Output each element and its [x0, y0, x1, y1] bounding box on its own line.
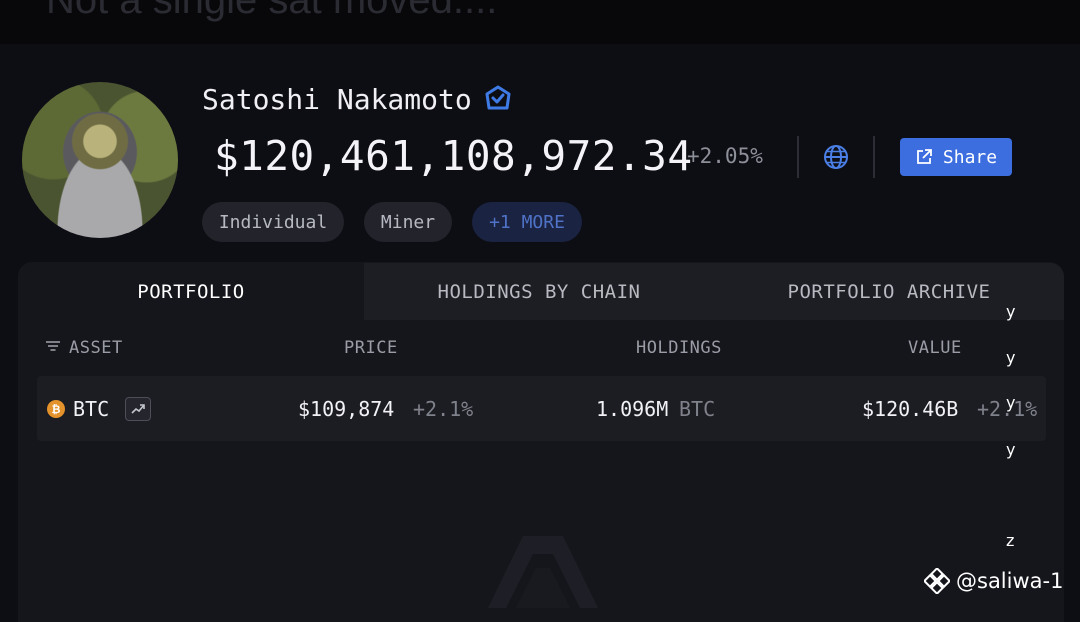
column-header-holdings[interactable]: HOLDINGS [636, 338, 722, 358]
tab-bar: PORTFOLIO HOLDINGS BY CHAIN PORTFOLIO AR… [18, 263, 1064, 320]
divider [797, 136, 799, 178]
column-header-value[interactable]: VALUE [908, 338, 962, 358]
share-button-label: Share [942, 146, 998, 168]
total-balance: $120,461,108,972.34 [214, 132, 693, 180]
external-link-icon [917, 149, 932, 164]
brand-watermark-logo [488, 536, 598, 608]
divider [873, 136, 875, 178]
asset-price: $109,874 [298, 397, 395, 421]
asset-holdings-amount: 1.096M [596, 397, 669, 421]
binance-logo-icon [924, 568, 950, 594]
asset-value: $120.46B [862, 397, 959, 421]
overlay-letter: y [1006, 302, 1016, 321]
overlay-letter: y [1006, 393, 1016, 412]
column-header-asset[interactable]: ASSET [69, 338, 123, 358]
share-button[interactable]: Share [900, 138, 1012, 176]
balance-change: +2.05% [687, 144, 763, 168]
tag-miner[interactable]: Miner [364, 202, 452, 242]
entity-name: Satoshi Nakamoto [202, 82, 472, 116]
overlay-letter: z [1006, 531, 1015, 550]
asset-symbol: BTC [73, 397, 110, 421]
avatar [22, 82, 178, 238]
credit-handle: @saliwa-1 [956, 569, 1064, 593]
tab-portfolio[interactable]: PORTFOLIO [18, 263, 364, 320]
tab-holdings-by-chain[interactable]: HOLDINGS BY CHAIN [364, 263, 714, 320]
entity-name-row: Satoshi Nakamoto [202, 82, 512, 116]
overlay-letter: y [1006, 348, 1016, 367]
credit-watermark: @saliwa-1 [924, 566, 1063, 596]
globe-icon[interactable] [823, 144, 849, 170]
trend-chart-button[interactable] [125, 397, 151, 421]
tag-more[interactable]: +1 MORE [472, 202, 582, 242]
filter-icon[interactable] [46, 340, 60, 352]
asset-price-change: +2.1% [413, 397, 474, 421]
verified-badge-icon [485, 85, 511, 110]
overlay-letter: y [1006, 440, 1016, 459]
tag-individual[interactable]: Individual [202, 202, 344, 242]
top-banner-text: Not a single sat moved.... [46, 0, 498, 22]
trend-up-icon [131, 404, 145, 414]
top-banner: Not a single sat moved.... [0, 0, 1080, 44]
bitcoin-icon: ₿ [47, 400, 65, 418]
asset-holdings-unit: BTC [679, 397, 716, 421]
column-header-price[interactable]: PRICE [344, 338, 398, 358]
